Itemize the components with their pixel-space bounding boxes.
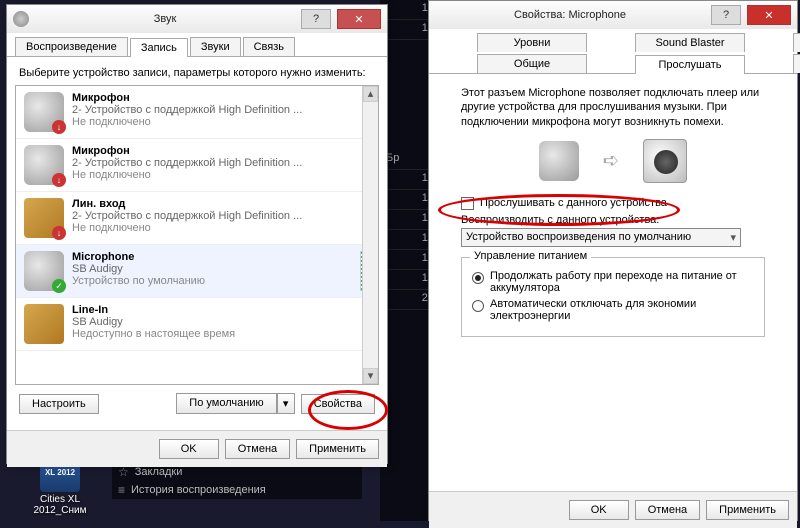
scrollbar[interactable]: ▴ ▾ [362, 86, 378, 384]
device-item[interactable]: Line-InSB AudigyНедоступно в настоящее в… [16, 298, 378, 351]
set-default-button[interactable]: По умолчанию [176, 393, 276, 414]
background-bookmarks-panel: ☆Закладки ≡История воспроизведения [112, 463, 362, 499]
configure-button[interactable]: Настроить [19, 394, 99, 414]
device-name: Лин. вход [72, 198, 370, 210]
unplugged-badge-icon: ↓ [52, 120, 66, 134]
line-in-icon: ↓ [24, 198, 64, 238]
device-desc: SB Audigy [72, 316, 370, 328]
tab-strip-row2: Общие Прослушать Особые [429, 52, 797, 73]
device-list: ↓Микрофон2- Устройство с поддержкой High… [15, 85, 379, 385]
listen-checkbox-label: Прослушивать с данного устройства [480, 197, 667, 209]
group-legend: Управление питанием [470, 250, 591, 262]
device-desc: SB Audigy [72, 263, 352, 275]
microphone-icon: ↓ [24, 92, 64, 132]
tab-recording[interactable]: Запись [130, 38, 188, 57]
tab-listen[interactable]: Прослушать [635, 55, 745, 74]
device-status: Устройство по умолчанию [72, 275, 352, 287]
device-status: Недоступно в настоящее время [72, 328, 370, 340]
window-title: Звук [35, 13, 295, 25]
unplugged-badge-icon: ↓ [52, 226, 66, 240]
device-item[interactable]: ✓ MicrophoneSB AudigyУстройство по умолча… [16, 245, 378, 298]
playback-device-select[interactable]: Устройство воспроизведения по умолчанию … [461, 228, 741, 247]
power-auto-off-label: Автоматически отключать для экономии эле… [490, 298, 754, 322]
device-name: Microphone [72, 251, 352, 263]
speaker-icon [13, 11, 29, 27]
power-continue-radio[interactable] [472, 272, 484, 284]
tab-general[interactable]: Общие [477, 54, 587, 73]
device-desc: 2- Устройство с поддержкой High Definiti… [72, 157, 370, 169]
history-icon: ≡ [118, 483, 125, 497]
signal-flow-diagram: ➪ [437, 139, 789, 183]
tab-playback[interactable]: Воспроизведение [15, 37, 128, 56]
tab-strip: Воспроизведение Запись Звуки Связь [7, 33, 387, 56]
device-name: Микрофон [72, 145, 370, 157]
default-badge-icon: ✓ [52, 279, 66, 293]
microphone-icon: ✓ [24, 251, 64, 291]
scroll-up-button[interactable]: ▴ [363, 86, 378, 102]
device-item[interactable]: ↓ Микрофон2- Устройство с поддержкой High… [16, 139, 378, 192]
device-name: Микрофон [72, 92, 370, 104]
chevron-down-icon: ▾ [730, 231, 736, 244]
line-in-icon [24, 304, 64, 344]
tab-strip-row1: Уровни Sound Blaster Дополнительно [429, 29, 797, 52]
sound-window: Звук ? ✕ Воспроизведение Запись Звуки Св… [6, 4, 388, 464]
device-item[interactable]: ↓ Микрофон2- Устройство с поддержкой High… [16, 86, 378, 139]
cancel-button[interactable]: Отмена [225, 439, 290, 459]
speaker-icon [643, 139, 687, 183]
tab-sound-blaster[interactable]: Sound Blaster [635, 33, 745, 52]
ok-button[interactable]: OK [159, 439, 219, 459]
arrow-icon: ➪ [603, 148, 620, 173]
help-button[interactable]: ? [711, 5, 741, 25]
instruction-text: Выберите устройство записи, параметры ко… [19, 67, 375, 79]
tab-content: Выберите устройство записи, параметры ко… [7, 56, 387, 430]
star-icon: ☆ [118, 465, 129, 479]
device-status: Не подключено [72, 116, 370, 128]
window-title: Свойства: Microphone [435, 9, 705, 21]
microphone-icon: ↓ [24, 145, 64, 185]
tab-levels[interactable]: Уровни [477, 33, 587, 52]
device-name: Line-In [72, 304, 370, 316]
apply-button[interactable]: Применить [706, 500, 789, 520]
microphone-properties-window: Свойства: Microphone ? ✕ Уровни Sound Bl… [428, 0, 798, 521]
listen-checkbox[interactable] [461, 197, 474, 210]
titlebar[interactable]: Звук ? ✕ [7, 5, 387, 33]
playback-device-label: Воспроизводить с данного устройства: [461, 214, 765, 226]
tab-custom[interactable]: Особые [793, 54, 800, 73]
unplugged-badge-icon: ↓ [52, 173, 66, 187]
device-status: Не подключено [72, 222, 370, 234]
listen-description: Этот разъем Microphone позволяет подключ… [461, 86, 765, 129]
power-auto-off-radio[interactable] [472, 300, 484, 312]
tab-advanced[interactable]: Дополнительно [793, 33, 800, 52]
close-button[interactable]: ✕ [747, 5, 791, 25]
help-button[interactable]: ? [301, 9, 331, 29]
device-status: Не подключено [72, 169, 370, 181]
apply-button[interactable]: Применить [296, 439, 379, 459]
device-desc: 2- Устройство с поддержкой High Definiti… [72, 104, 370, 116]
cancel-button[interactable]: Отмена [635, 500, 700, 520]
set-default-dropdown[interactable]: ▾ [277, 393, 295, 414]
power-continue-label: Продолжать работу при переходе на питани… [490, 270, 754, 294]
device-item[interactable]: ↓ Лин. вход2- Устройство с поддержкой Hig… [16, 192, 378, 245]
close-button[interactable]: ✕ [337, 9, 381, 29]
tab-sounds[interactable]: Звуки [190, 37, 241, 56]
microphone-icon [539, 141, 579, 181]
tab-communications[interactable]: Связь [243, 37, 295, 56]
scroll-down-button[interactable]: ▾ [363, 368, 378, 384]
properties-button[interactable]: Свойства [301, 394, 375, 414]
titlebar[interactable]: Свойства: Microphone ? ✕ [429, 1, 797, 29]
ok-button[interactable]: OK [569, 500, 629, 520]
device-desc: 2- Устройство с поддержкой High Definiti… [72, 210, 370, 222]
power-management-group: Управление питанием Продолжать работу пр… [461, 257, 765, 337]
